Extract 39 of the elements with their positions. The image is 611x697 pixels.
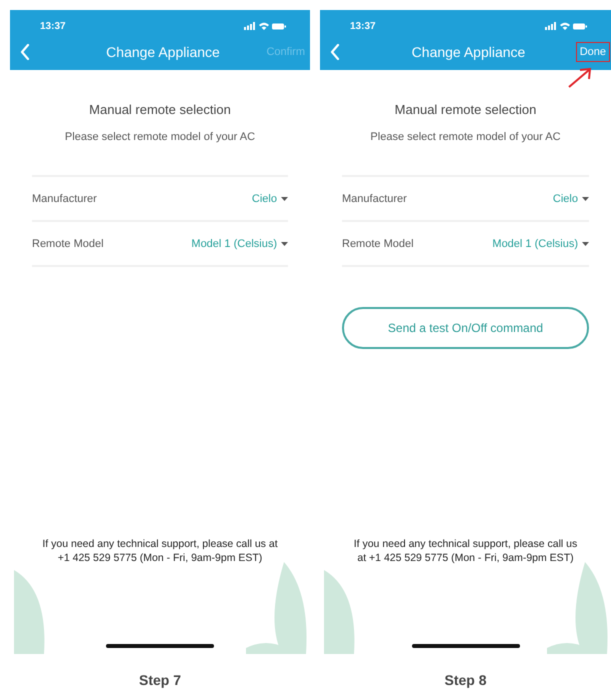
chevron-left-icon (330, 44, 340, 60)
field-label: Remote Model (32, 238, 104, 250)
back-button[interactable] (18, 42, 32, 62)
dropdown-row[interactable]: Manufacturer Cielo (32, 177, 288, 222)
caret-down-icon (281, 242, 288, 246)
section-heading: Manual remote selection (394, 102, 538, 117)
field-label: Manufacturer (32, 192, 97, 204)
status-time: 13:37 (40, 20, 66, 32)
battery-icon (573, 22, 587, 30)
caret-down-icon (281, 196, 288, 200)
instruction-text: Please select remote model of your AC (369, 131, 562, 143)
caret-down-icon (582, 196, 589, 200)
dropdown-value: Cielo (252, 192, 277, 204)
caret-down-icon (582, 242, 589, 246)
wifi-icon (259, 22, 269, 30)
signal-icon (244, 22, 256, 30)
step-label: Step 8 (443, 672, 488, 688)
battery-icon (272, 22, 286, 30)
field-label: Remote Model (342, 238, 414, 250)
chevron-left-icon (20, 44, 30, 60)
wifi-icon (560, 22, 570, 30)
status-time: 13:37 (350, 20, 376, 32)
dropdown-value: Cielo (552, 192, 578, 204)
support-text: If you need any technical support, please call us at +1 425 529 5775 (Mon - Fri, 9am-9pm EST) (41, 538, 279, 566)
screen-title: Change Appliance (106, 44, 220, 60)
dropdown-value: Model 1 (Celsius) (191, 238, 277, 250)
dropdown-value: Model 1 (Celsius) (492, 238, 578, 250)
step-label: Step 7 (138, 672, 182, 688)
dropdown-row[interactable]: Remote Model Model 1 (Celsius) (342, 222, 589, 267)
dropdown-row[interactable]: Remote Model Model 1 (Celsius) (32, 222, 288, 267)
back-button[interactable] (328, 42, 342, 62)
section-heading: Manual remote selection (88, 102, 232, 117)
support-text: If you need any technical support, please call us at +1 425 529 5775 (Mon - Fri, 9am-9pm EST) (352, 538, 578, 566)
annotation-arrow (567, 67, 593, 89)
field-label: Manufacturer (342, 192, 407, 204)
screen-title: Change Appliance (412, 44, 526, 60)
dropdown-row[interactable]: Manufacturer Cielo (342, 177, 589, 222)
signal-icon (545, 22, 557, 30)
instruction-text: Please select remote model of your AC (64, 131, 256, 143)
